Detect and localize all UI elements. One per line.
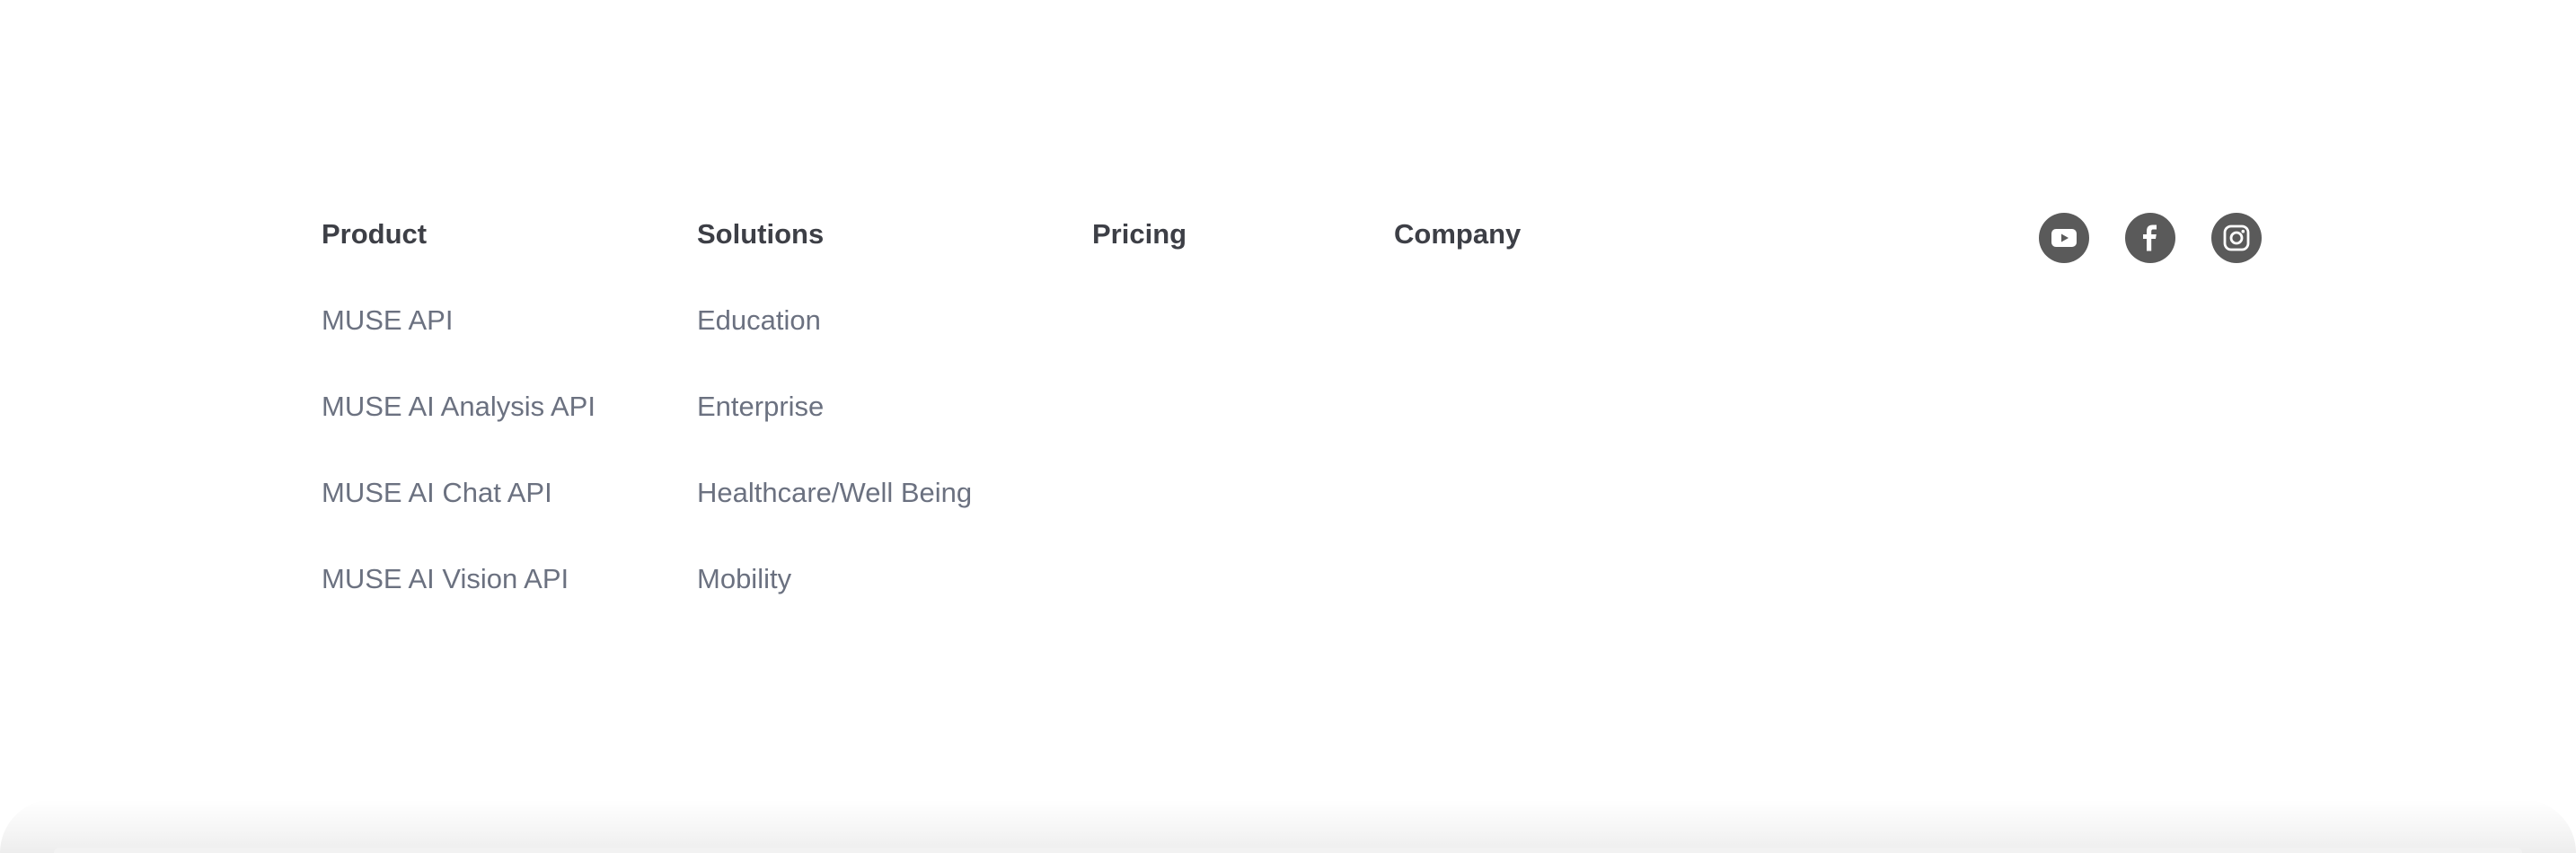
list-item: MUSE AI Vision API bbox=[322, 558, 595, 645]
bottom-shadow bbox=[0, 799, 2576, 853]
list-item: Healthcare/Well Being bbox=[697, 472, 972, 558]
instagram-link[interactable] bbox=[2211, 213, 2262, 263]
social-links bbox=[2039, 213, 2262, 263]
footer-heading-solutions[interactable]: Solutions bbox=[697, 214, 972, 255]
footer-column-company: Company bbox=[1394, 214, 1521, 255]
footer-column-solutions: Solutions Education Enterprise Healthcar… bbox=[697, 214, 972, 645]
footer-link-healthcare-well-being[interactable]: Healthcare/Well Being bbox=[697, 477, 972, 508]
footer-link-mobility[interactable]: Mobility bbox=[697, 563, 791, 594]
footer-heading-product[interactable]: Product bbox=[322, 214, 595, 255]
youtube-icon bbox=[2051, 229, 2077, 247]
list-item: MUSE AI Chat API bbox=[322, 472, 595, 558]
footer-heading-company[interactable]: Company bbox=[1394, 214, 1521, 255]
footer-heading-pricing[interactable]: Pricing bbox=[1092, 214, 1187, 255]
footer-link-muse-ai-vision-api[interactable]: MUSE AI Vision API bbox=[322, 563, 569, 594]
bottom-edge bbox=[54, 848, 2522, 853]
footer-link-education[interactable]: Education bbox=[697, 304, 821, 336]
footer-link-muse-api[interactable]: MUSE API bbox=[322, 304, 453, 336]
site-footer: Product MUSE API MUSE AI Analysis API MU… bbox=[0, 0, 2576, 853]
youtube-link[interactable] bbox=[2039, 213, 2089, 263]
instagram-icon bbox=[2223, 224, 2250, 251]
list-item: Education bbox=[697, 300, 972, 386]
footer-link-muse-ai-analysis-api[interactable]: MUSE AI Analysis API bbox=[322, 391, 595, 422]
footer-column-pricing: Pricing bbox=[1092, 214, 1187, 255]
footer-links-solutions: Education Enterprise Healthcare/Well Bei… bbox=[697, 300, 972, 645]
footer-link-enterprise[interactable]: Enterprise bbox=[697, 391, 824, 422]
list-item: Mobility bbox=[697, 558, 972, 645]
footer-link-muse-ai-chat-api[interactable]: MUSE AI Chat API bbox=[322, 477, 552, 508]
facebook-icon bbox=[2143, 224, 2157, 251]
list-item: MUSE AI Analysis API bbox=[322, 386, 595, 472]
list-item: MUSE API bbox=[322, 300, 595, 386]
footer-links-product: MUSE API MUSE AI Analysis API MUSE AI Ch… bbox=[322, 300, 595, 645]
list-item: Enterprise bbox=[697, 386, 972, 472]
facebook-link[interactable] bbox=[2125, 213, 2175, 263]
footer-column-product: Product MUSE API MUSE AI Analysis API MU… bbox=[322, 214, 595, 645]
